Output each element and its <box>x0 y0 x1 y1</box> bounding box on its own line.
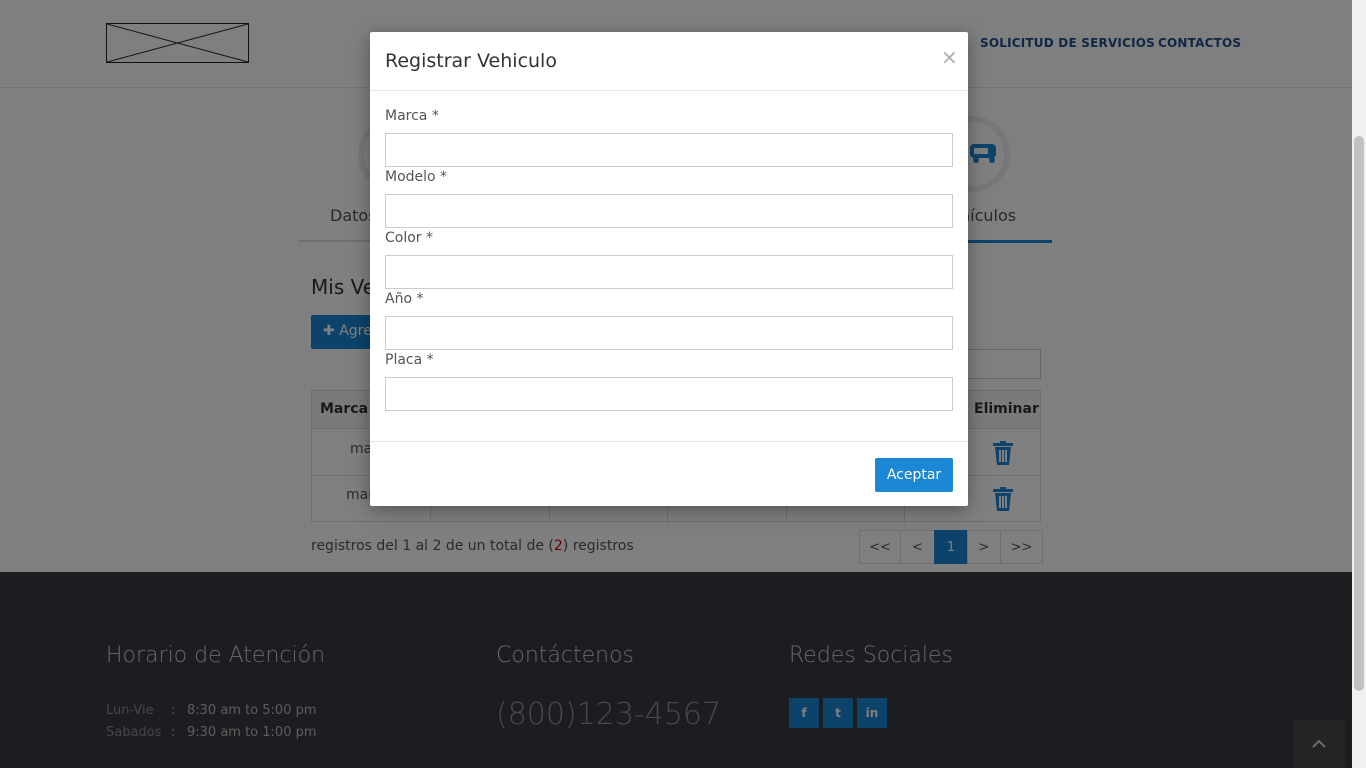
anio-label: Año * <box>385 291 424 307</box>
close-icon[interactable]: × <box>941 45 958 69</box>
placa-input[interactable] <box>385 377 953 411</box>
modelo-label: Modelo * <box>385 169 448 185</box>
scrollbar-thumb[interactable] <box>1354 136 1364 691</box>
modal-title: Registrar Vehiculo <box>385 50 557 72</box>
modelo-input[interactable] <box>385 194 953 228</box>
modal-header: Registrar Vehiculo × <box>370 32 968 91</box>
marca-label: Marca * <box>385 108 439 124</box>
color-input[interactable] <box>385 255 953 289</box>
color-label: Color * <box>385 230 434 246</box>
marca-input[interactable] <box>385 133 953 167</box>
accept-button[interactable]: Aceptar <box>875 458 953 492</box>
register-vehicle-modal: Registrar Vehiculo × Marca * Modelo * Co… <box>370 32 968 506</box>
placa-label: Placa * <box>385 352 434 368</box>
modal-footer: Aceptar <box>370 441 968 506</box>
anio-input[interactable] <box>385 316 953 350</box>
